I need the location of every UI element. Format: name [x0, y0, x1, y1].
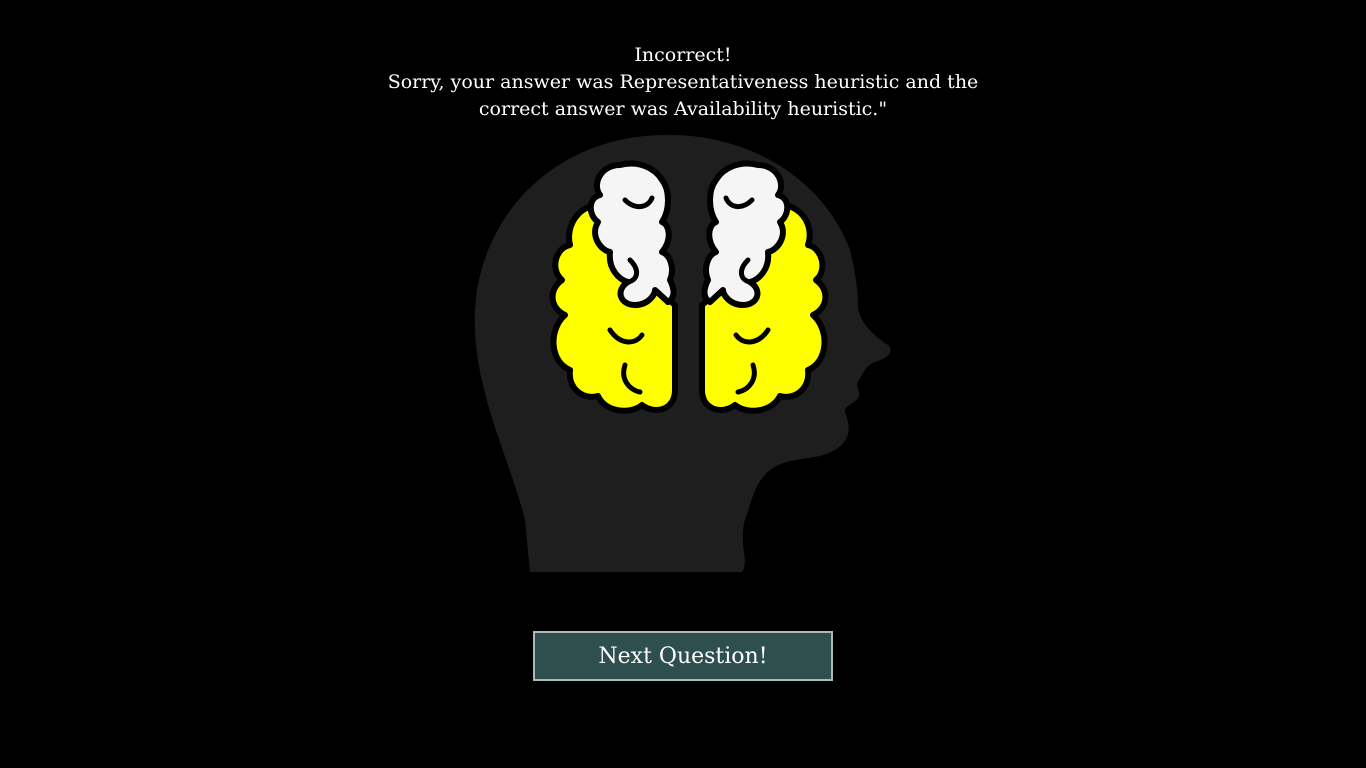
head-silhouette	[474, 134, 891, 572]
result-feedback: Incorrect! Sorry, your answer was Repres…	[383, 42, 983, 123]
result-message-line-2: correct answer was Availability heuristi…	[478, 98, 888, 120]
next-question-button[interactable]: Next Question!	[533, 631, 833, 681]
head-brain-icon	[474, 134, 891, 572]
result-heading: Incorrect!	[634, 44, 732, 66]
quiz-result-page: Incorrect! Sorry, your answer was Repres…	[0, 0, 1366, 768]
result-message-line-1: Sorry, your answer was Representativenes…	[387, 71, 979, 93]
